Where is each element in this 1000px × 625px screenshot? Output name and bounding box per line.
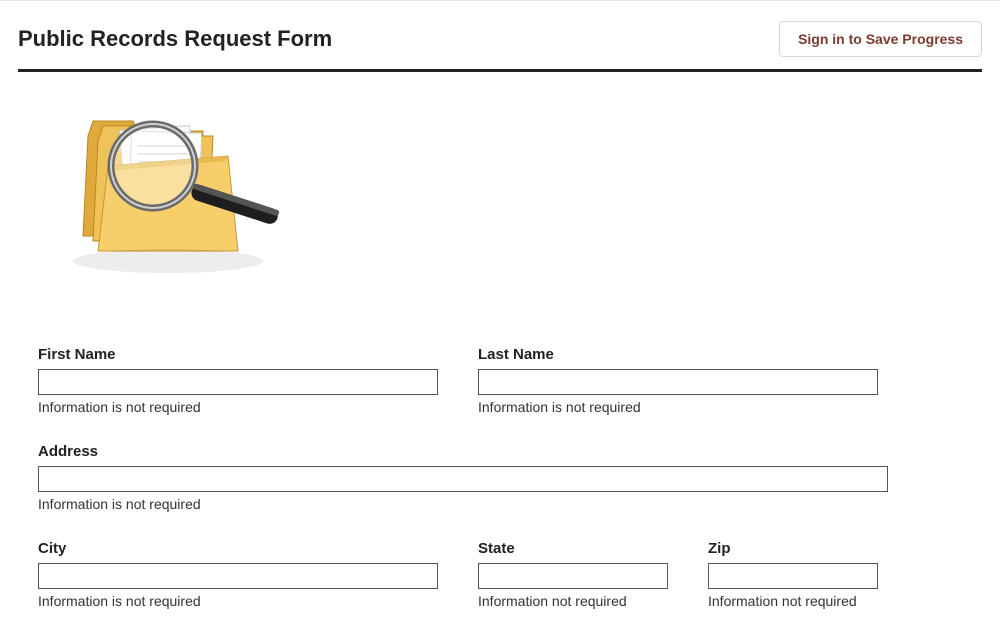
city-input[interactable] — [38, 563, 438, 589]
sign-in-save-button[interactable]: Sign in to Save Progress — [779, 21, 982, 57]
header-divider — [18, 69, 982, 72]
first-name-label: First Name — [38, 346, 438, 363]
last-name-label: Last Name — [478, 346, 958, 363]
state-hint: Information not required — [478, 593, 668, 609]
state-field-group: State Information not required — [478, 540, 668, 609]
first-name-hint: Information is not required — [38, 399, 438, 415]
state-label: State — [478, 540, 668, 557]
first-name-input[interactable] — [38, 369, 438, 395]
page-container: Public Records Request Form Sign in to S… — [0, 0, 1000, 609]
address-input[interactable] — [38, 466, 888, 492]
zip-label: Zip — [708, 540, 958, 557]
last-name-field-group: Last Name Information is not required — [478, 346, 958, 415]
address-field-group: Address Information is not required — [38, 443, 958, 512]
last-name-hint: Information is not required — [478, 399, 958, 415]
first-name-field-group: First Name Information is not required — [38, 346, 438, 415]
state-input[interactable] — [478, 563, 668, 589]
city-field-group: City Information is not required — [38, 540, 438, 609]
zip-hint: Information not required — [708, 593, 958, 609]
folder-magnifier-icon — [38, 96, 288, 286]
header: Public Records Request Form Sign in to S… — [18, 1, 982, 69]
zip-input[interactable] — [708, 563, 878, 589]
address-hint: Information is not required — [38, 496, 958, 512]
city-hint: Information is not required — [38, 593, 438, 609]
city-label: City — [38, 540, 438, 557]
address-label: Address — [38, 443, 958, 460]
zip-field-group: Zip Information not required — [708, 540, 958, 609]
form-grid: First Name Information is not required L… — [18, 346, 982, 609]
page-title: Public Records Request Form — [18, 26, 332, 52]
folder-magnifier-image — [38, 96, 288, 286]
last-name-input[interactable] — [478, 369, 878, 395]
